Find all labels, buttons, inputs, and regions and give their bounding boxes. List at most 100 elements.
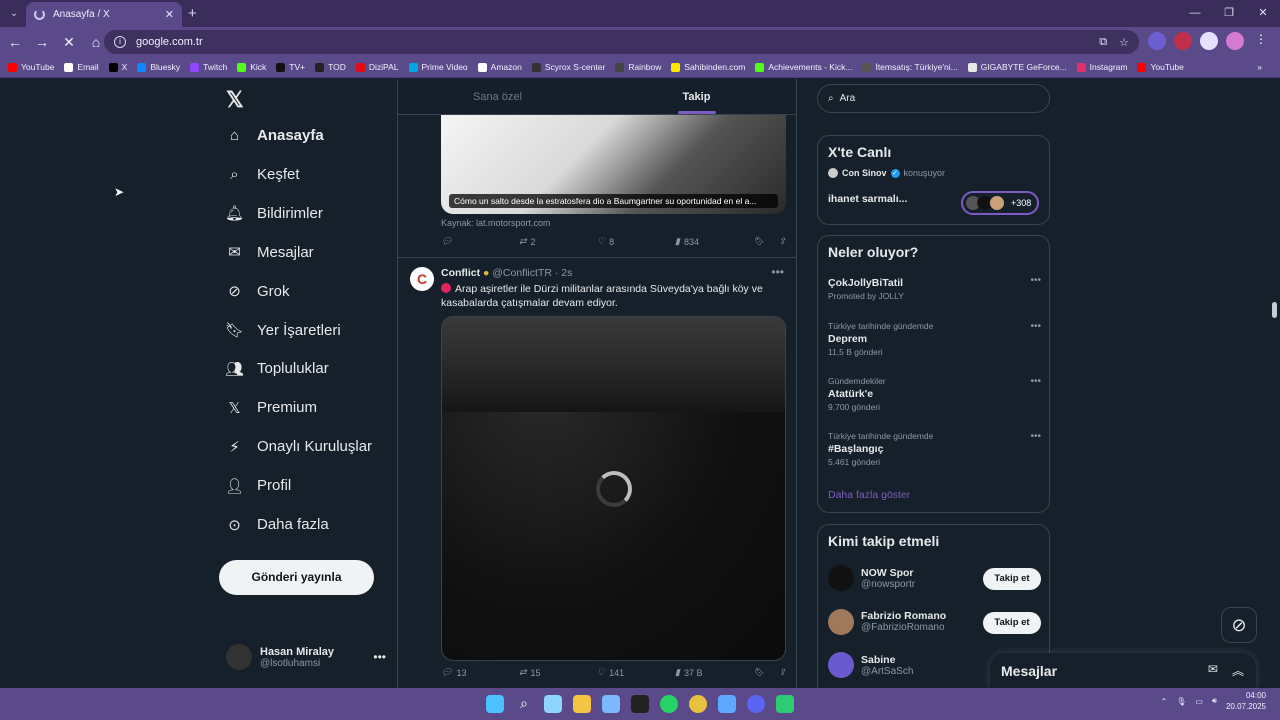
bookmark-star-icon[interactable]: ☆ [1119, 36, 1129, 49]
messages-drawer[interactable]: Mesajlar ✉ ︽ [990, 653, 1256, 688]
views-button[interactable]: ▮ 37 B [675, 667, 753, 678]
share-icon[interactable]: ⇪ [778, 667, 786, 678]
extension-icon[interactable] [1148, 32, 1166, 50]
space-title[interactable]: ihanet sarmalı... [828, 193, 907, 205]
bookmark-item[interactable]: Rainbow [615, 62, 661, 72]
nav-item-3[interactable]: ✉ Mesajlar [226, 244, 313, 262]
new-tab-button[interactable]: + [188, 5, 197, 22]
trend-item[interactable]: Türkiye tarihinde gündemde Deprem 11,5 B g… [828, 321, 1041, 357]
bookmark-item[interactable]: GIGABYTE GeForce... [967, 62, 1067, 72]
follow-suggestion[interactable]: NOW Spor @nowsportr Takip et [828, 565, 1041, 591]
bookmark-item[interactable]: TOD [315, 62, 346, 72]
more-icon[interactable]: ••• [373, 650, 386, 664]
post-video[interactable] [441, 316, 786, 661]
chevron-up-icon[interactable]: ⌃ [1160, 697, 1167, 706]
nav-item-0[interactable]: ⌂ Anasayfa [226, 127, 324, 144]
x-logo[interactable]: 𝕏 [226, 87, 244, 113]
chrome-icon[interactable] [689, 695, 707, 713]
nav-item-1[interactable]: ⌕ Keşfet [226, 166, 299, 183]
more-icon[interactable]: ••• [1030, 321, 1041, 332]
app-icon[interactable] [631, 695, 649, 713]
extension-icon[interactable] [1200, 32, 1218, 50]
nav-item-2[interactable]: 🔔︎ Bildirimler [225, 205, 323, 223]
link-source[interactable]: Kaynak: lat.motorsport.com [441, 218, 551, 228]
nav-item-5[interactable]: 🔖︎ Yer İşaretleri [225, 322, 341, 340]
more-icon[interactable]: ••• [1030, 376, 1041, 387]
more-icon[interactable]: ••• [1030, 275, 1041, 286]
repost-button[interactable]: ⇄ 15 [519, 667, 597, 678]
app-icon[interactable] [718, 695, 736, 713]
extension-icon[interactable] [1174, 32, 1192, 50]
volume-icon[interactable]: 🔊︎ [1212, 696, 1217, 706]
follow-suggestion[interactable]: Fabrizio Romano @FabrizioRomano Takip et [828, 608, 1041, 635]
search-icon[interactable]: ⌕ [515, 695, 533, 713]
scrollbar-thumb[interactable] [1272, 302, 1277, 318]
author-handle[interactable]: @ConflictTR [492, 267, 552, 279]
grok-floating-button[interactable]: ⊘ [1221, 607, 1257, 643]
search-input[interactable]: ⌕ Ara [817, 84, 1050, 113]
minimize-button[interactable]: — [1178, 0, 1212, 27]
new-message-icon[interactable]: ✉ [1208, 662, 1218, 679]
reply-button[interactable]: 💬︎ 13 [441, 667, 519, 678]
bookmarks-overflow-icon[interactable]: » [1257, 62, 1262, 72]
nav-item-8[interactable]: ⚡︎ Onaylı Kuruluşlar [226, 438, 372, 456]
close-window-button[interactable]: ✕ [1246, 0, 1280, 27]
expand-chevron-icon[interactable]: ︽ [1232, 662, 1244, 679]
bookmark-item[interactable]: Kick [237, 62, 266, 72]
tab-search-dropdown-icon[interactable]: ⌄ [4, 4, 24, 24]
trend-item[interactable]: ÇokJollyBiTatil Promoted by JOLLY ••• [828, 275, 1041, 301]
bookmark-item[interactable]: YouTube [8, 62, 54, 72]
menu-kebab-icon[interactable]: ⋮ [1252, 32, 1270, 50]
restore-button[interactable]: ❐ [1212, 0, 1246, 27]
bookmark-item[interactable]: Bluesky [137, 62, 180, 72]
bookmark-item[interactable]: Prime Video [408, 62, 468, 72]
tab-for-you[interactable]: Sana özel [398, 79, 597, 114]
stop-loading-button[interactable]: ✕ [57, 34, 81, 51]
network-icon[interactable]: ▭ [1195, 697, 1203, 706]
bookmark-item[interactable]: Scyrox S-center [531, 62, 605, 72]
bookmark-item[interactable]: Amazon [477, 62, 522, 72]
address-bar[interactable]: i google.com.tr ⧉ ☆ [104, 30, 1139, 54]
trend-item[interactable]: Gündemdekiler Atatürk'e 9.700 gönderi ••• [828, 376, 1041, 412]
follow-button[interactable]: Takip et [983, 568, 1041, 590]
bookmark-item[interactable]: Instagram [1076, 62, 1127, 72]
mic-icon[interactable]: 🎙︎ [1176, 697, 1186, 706]
site-info-icon[interactable]: i [114, 36, 126, 48]
back-button[interactable]: ← [3, 34, 27, 50]
discord-icon[interactable] [747, 695, 765, 713]
bookmark-item[interactable]: X [108, 62, 127, 72]
share-icon[interactable]: ⇪ [778, 236, 786, 247]
nav-item-7[interactable]: 𝕏 Premium [226, 399, 317, 417]
start-icon[interactable] [486, 695, 504, 713]
listeners-avatars[interactable]: +308 [961, 191, 1039, 215]
close-tab-icon[interactable]: ✕ [165, 8, 174, 21]
follow-button[interactable]: Takip et [983, 611, 1041, 634]
install-app-icon[interactable]: ⧉ [1099, 36, 1107, 49]
clock[interactable]: 04:00 20.07.2025 [1226, 690, 1266, 712]
whatsapp-icon[interactable] [660, 695, 678, 713]
nav-item-6[interactable]: 👥︎ Topluluklar [225, 360, 329, 378]
post-button[interactable]: Gönderi yayınla [219, 560, 374, 595]
tab-following[interactable]: Takip [597, 79, 796, 114]
nav-item-4[interactable]: ⊘ Grok [226, 283, 289, 301]
bookmark-item[interactable]: Sahibinden.com [671, 62, 745, 72]
views-button[interactable]: ▮ 834 [675, 236, 753, 247]
trend-item[interactable]: Türkiye tarihinde gündemde #Başlangıç 5.46… [828, 431, 1041, 467]
bookmark-item[interactable]: İtemsatış: Türkiye'ni... [862, 62, 958, 72]
forward-button[interactable]: → [30, 34, 54, 50]
more-icon[interactable]: ••• [771, 265, 784, 279]
avatar[interactable]: C [410, 267, 434, 291]
store-icon[interactable] [602, 695, 620, 713]
browser-tab-active[interactable]: Anasayfa / X ✕ [26, 2, 182, 27]
reply-button[interactable]: 💬︎ [441, 236, 519, 247]
show-more-link[interactable]: Daha fazla göster [828, 489, 910, 501]
author-name[interactable]: Conflict [441, 267, 480, 279]
widgets-icon[interactable] [544, 695, 562, 713]
bookmark-icon[interactable]: 🔖︎ [753, 667, 764, 678]
bookmark-item[interactable]: YouTube [1137, 62, 1184, 72]
like-button[interactable]: ♡ 141 [597, 667, 675, 678]
nav-item-9[interactable]: 👤︎ Profil [225, 477, 291, 495]
post-image[interactable]: Cómo un salto desde la estratosfera dio … [441, 115, 786, 214]
bookmark-item[interactable]: TV+ [276, 62, 305, 72]
bookmark-icon[interactable]: 🔖︎ [753, 236, 764, 247]
